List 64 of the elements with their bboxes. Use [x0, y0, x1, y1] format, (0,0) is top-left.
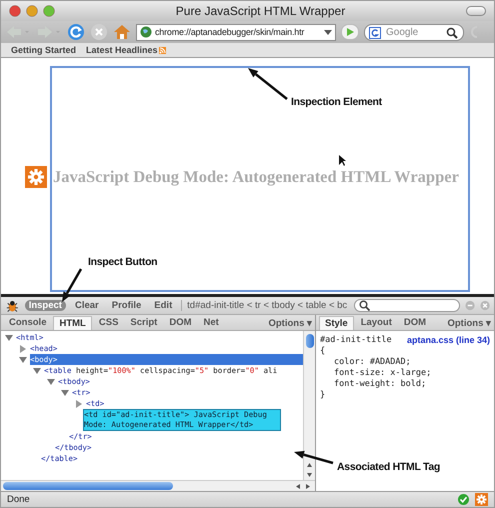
callout-label: Associated HTML Tag — [337, 461, 440, 473]
toolbar-button[interactable]: Clear — [70, 300, 103, 311]
pointer-arrow — [294, 450, 334, 464]
window-title: Pure JavaScript HTML Wrapper — [174, 4, 346, 18]
panel-tab[interactable]: CSS — [94, 316, 124, 329]
source-link[interactable]: aptana.css (line 34) — [406, 335, 490, 345]
page-heading: JavaScript Debug Mode: Autogenerated HTML Wrapper — [53, 167, 459, 187]
css-brace: } — [320, 390, 326, 400]
panel-tab[interactable]: DOM — [398, 316, 432, 329]
home-icon[interactable] — [113, 23, 131, 41]
expanded-arrow-icon[interactable] — [33, 367, 41, 375]
collapsed-arrow-icon[interactable] — [75, 400, 83, 408]
options-menu[interactable]: Options ▾ — [447, 316, 491, 328]
css-property: font-size: x-large; — [333, 368, 432, 378]
mouse-pointer-icon — [339, 155, 346, 166]
gear-icon[interactable] — [475, 493, 488, 506]
css-brace: { — [320, 346, 326, 356]
reload-icon[interactable] — [67, 23, 85, 41]
callout-label: Inspection Element — [291, 96, 382, 108]
bookmark-link[interactable]: Getting Started — [11, 45, 76, 55]
status-text: Done — [7, 494, 30, 505]
expanded-arrow-icon[interactable] — [5, 334, 13, 342]
address-field[interactable]: chrome://aptanadebugger/skin/main.htr — [136, 24, 336, 40]
close-icon[interactable] — [480, 300, 490, 311]
stop-icon[interactable] — [90, 23, 108, 41]
search-engine-icon[interactable] — [369, 26, 381, 38]
expanded-arrow-icon[interactable] — [47, 378, 55, 386]
panel-tab[interactable]: HTML — [53, 316, 92, 330]
options-menu[interactable]: Options ▾ — [268, 316, 312, 328]
check-icon — [458, 494, 469, 505]
panel-tab[interactable]: Style — [319, 316, 354, 330]
expanded-arrow-icon[interactable] — [19, 356, 27, 364]
panel-tab[interactable]: Layout — [356, 316, 397, 329]
toolbar-toggle-button[interactable] — [466, 6, 486, 16]
search-icon[interactable] — [446, 26, 458, 38]
scrollbar-thumb[interactable] — [3, 482, 173, 490]
panel-tab[interactable]: Net — [198, 316, 224, 329]
close-icon[interactable] — [9, 5, 21, 17]
rss-feed-icon — [158, 46, 166, 54]
pointer-arrow — [248, 68, 288, 100]
search-field[interactable] — [354, 299, 460, 312]
panel-tab[interactable]: DOM — [164, 316, 197, 329]
expanded-arrow-icon[interactable] — [61, 389, 69, 397]
panel-tab[interactable]: Console — [4, 316, 52, 329]
bookmark-link[interactable]: Latest Headlines — [86, 45, 166, 55]
zoom-icon[interactable] — [43, 5, 55, 17]
pointer-arrow — [62, 268, 82, 302]
gear-icon — [25, 166, 47, 188]
minimize-icon[interactable] — [26, 5, 38, 17]
dropdown-arrow-icon[interactable] — [324, 28, 332, 36]
globe-icon — [140, 26, 152, 38]
panel-tab[interactable]: Script — [125, 316, 162, 329]
css-selector: #ad-init-title — [320, 335, 392, 345]
toolbar-button[interactable]: Edit — [150, 300, 176, 311]
search-icon — [359, 300, 370, 311]
minimize-icon[interactable] — [464, 300, 475, 311]
bug-icon[interactable] — [5, 298, 20, 312]
scrollbar-thumb[interactable] — [306, 334, 314, 348]
toolbar-button[interactable]: Profile — [108, 300, 146, 311]
css-property: color: #ADADAD; — [333, 357, 412, 367]
callout-label: Inspect Button — [88, 256, 158, 268]
breadcrumb-path[interactable]: td#ad-init-title < tr < tbody < table < bc — [187, 300, 348, 311]
css-property: font-weight: bold; — [333, 379, 428, 389]
collapsed-arrow-icon[interactable] — [19, 345, 27, 353]
